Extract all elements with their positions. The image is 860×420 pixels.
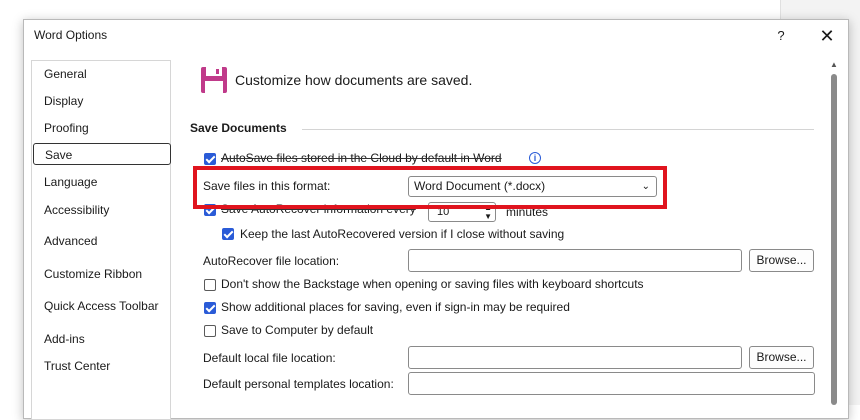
default-local-location-label: Default local file location: [203, 351, 336, 365]
backstage-checkbox[interactable] [204, 279, 216, 291]
save-options-panel: Customize how documents are saved. Save … [184, 60, 824, 420]
sidebar-item-display[interactable]: Display [36, 90, 166, 112]
keep-last-checkbox[interactable] [222, 228, 234, 240]
close-button[interactable]: ✕ [814, 24, 840, 48]
autosave-checkbox[interactable] [204, 153, 216, 165]
additional-places-checkbox[interactable] [204, 302, 216, 314]
save-to-computer-label: Save to Computer by default [221, 323, 374, 337]
default-local-browse-button[interactable]: Browse... [749, 346, 814, 369]
vertical-scrollbar[interactable]: ▲ [828, 60, 840, 405]
chevron-down-icon[interactable]: ▼ [484, 213, 492, 221]
info-icon[interactable]: i [529, 152, 541, 164]
default-local-location-input[interactable] [408, 346, 742, 369]
sidebar-item-general[interactable]: General [36, 63, 166, 85]
title-bar: Word Options ? ✕ [24, 20, 848, 52]
section-title: Save Documents [190, 121, 287, 135]
sidebar-item-language[interactable]: Language [36, 171, 166, 193]
options-sidebar: General Display Proofing Save Language A… [31, 60, 171, 420]
autosave-label: AutoSave files stored in the Cloud by de… [221, 151, 502, 165]
default-templates-location-label: Default personal templates location: [203, 377, 394, 391]
dialog-title: Word Options [34, 28, 108, 42]
sidebar-item-customize-ribbon[interactable]: Customize Ribbon [36, 263, 166, 285]
save-floppy-icon [201, 67, 227, 93]
sidebar-item-advanced[interactable]: Advanced [36, 230, 166, 252]
autorecover-location-label: AutoRecover file location: [203, 254, 340, 268]
keep-last-label: Keep the last AutoRecovered version if I… [240, 227, 565, 241]
sidebar-item-quick-access-toolbar[interactable]: Quick Access Toolbar [36, 295, 166, 317]
highlight-annotation-box [193, 166, 667, 209]
autorecover-location-input[interactable] [408, 249, 742, 272]
panel-header: Customize how documents are saved. [235, 72, 473, 88]
word-options-dialog: Word Options ? ✕ General Display Proofin… [23, 19, 849, 420]
sidebar-item-accessibility[interactable]: Accessibility [36, 199, 166, 221]
sidebar-item-save[interactable]: Save [33, 143, 171, 165]
sidebar-item-add-ins[interactable]: Add-ins [36, 328, 166, 350]
sidebar-item-proofing[interactable]: Proofing [36, 117, 166, 139]
sidebar-item-trust-center[interactable]: Trust Center [36, 355, 166, 377]
default-templates-location-input[interactable] [408, 372, 815, 395]
help-button[interactable]: ? [769, 25, 793, 47]
section-divider [302, 129, 814, 130]
additional-places-label: Show additional places for saving, even … [221, 300, 570, 314]
scroll-thumb[interactable] [831, 74, 837, 405]
autorecover-browse-button[interactable]: Browse... [749, 249, 814, 272]
save-to-computer-checkbox[interactable] [204, 325, 216, 337]
backstage-label: Don't show the Backstage when opening or… [221, 277, 644, 291]
scroll-up-icon[interactable]: ▲ [830, 60, 838, 69]
